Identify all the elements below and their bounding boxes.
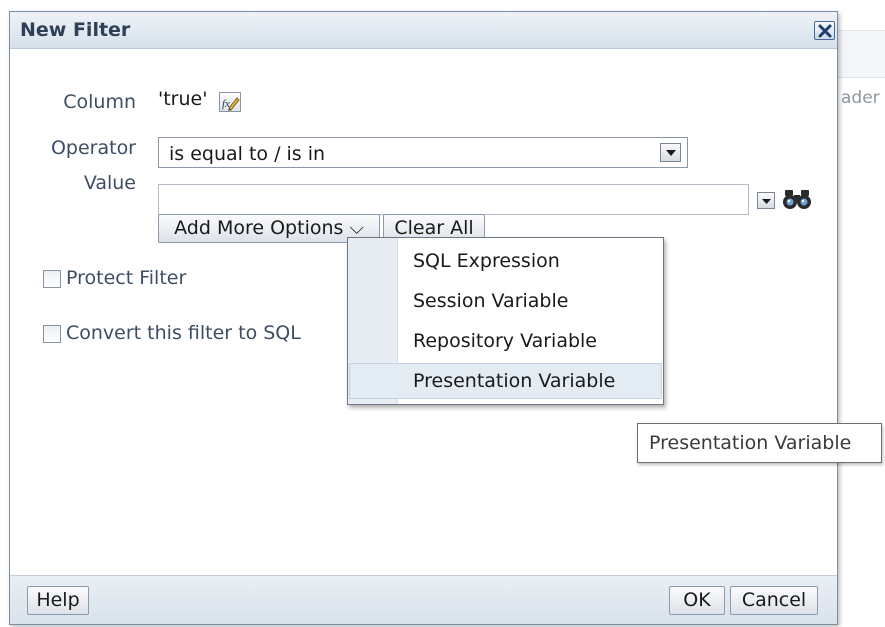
edit-formula-button[interactable]: fx [219, 92, 241, 112]
menu-item-session-variable[interactable]: Session Variable [349, 283, 662, 319]
menu-item-repository-variable[interactable]: Repository Variable [349, 323, 662, 359]
background-partial-text: ader [841, 88, 880, 108]
screen: ader New Filter Column 'true' fx Operato… [0, 0, 885, 627]
operator-label: Operator [50, 137, 136, 159]
ok-button[interactable]: OK [669, 586, 725, 615]
column-label: Column [63, 91, 136, 113]
value-dropdown-button[interactable] [757, 192, 775, 209]
column-value: 'true' [158, 88, 208, 110]
protect-filter-label[interactable]: Protect Filter [66, 267, 186, 289]
dialog-title: New Filter [20, 19, 131, 41]
cancel-button[interactable]: Cancel [730, 586, 818, 615]
value-label: Value [83, 172, 136, 194]
close-x-icon [818, 24, 832, 38]
dialog-titlebar[interactable]: New Filter [10, 12, 837, 49]
tooltip: Presentation Variable [637, 423, 882, 463]
dialog-footer: Help OK Cancel [10, 575, 837, 624]
menu-item-sql-expression[interactable]: SQL Expression [349, 243, 662, 279]
close-button[interactable] [814, 21, 835, 40]
more-options-menu: SQL Expression Session Variable Reposito… [347, 237, 664, 405]
menu-item-presentation-variable[interactable]: Presentation Variable [349, 363, 662, 399]
operator-selected-value: is equal to / is in [169, 143, 326, 165]
operator-select[interactable]: is equal to / is in [158, 137, 688, 168]
value-input[interactable] [158, 184, 749, 215]
chevron-down-icon [762, 199, 771, 204]
edit-formula-icon: fx [222, 97, 240, 111]
operator-dropdown-button[interactable] [660, 143, 681, 162]
convert-sql-checkbox[interactable] [43, 325, 61, 343]
protect-filter-checkbox[interactable] [43, 270, 61, 288]
convert-sql-label[interactable]: Convert this filter to SQL [66, 322, 301, 344]
help-button[interactable]: Help [27, 586, 89, 615]
binoculars-icon[interactable] [782, 188, 812, 210]
chevron-down-icon [666, 150, 676, 156]
background-toolbar [838, 30, 885, 78]
